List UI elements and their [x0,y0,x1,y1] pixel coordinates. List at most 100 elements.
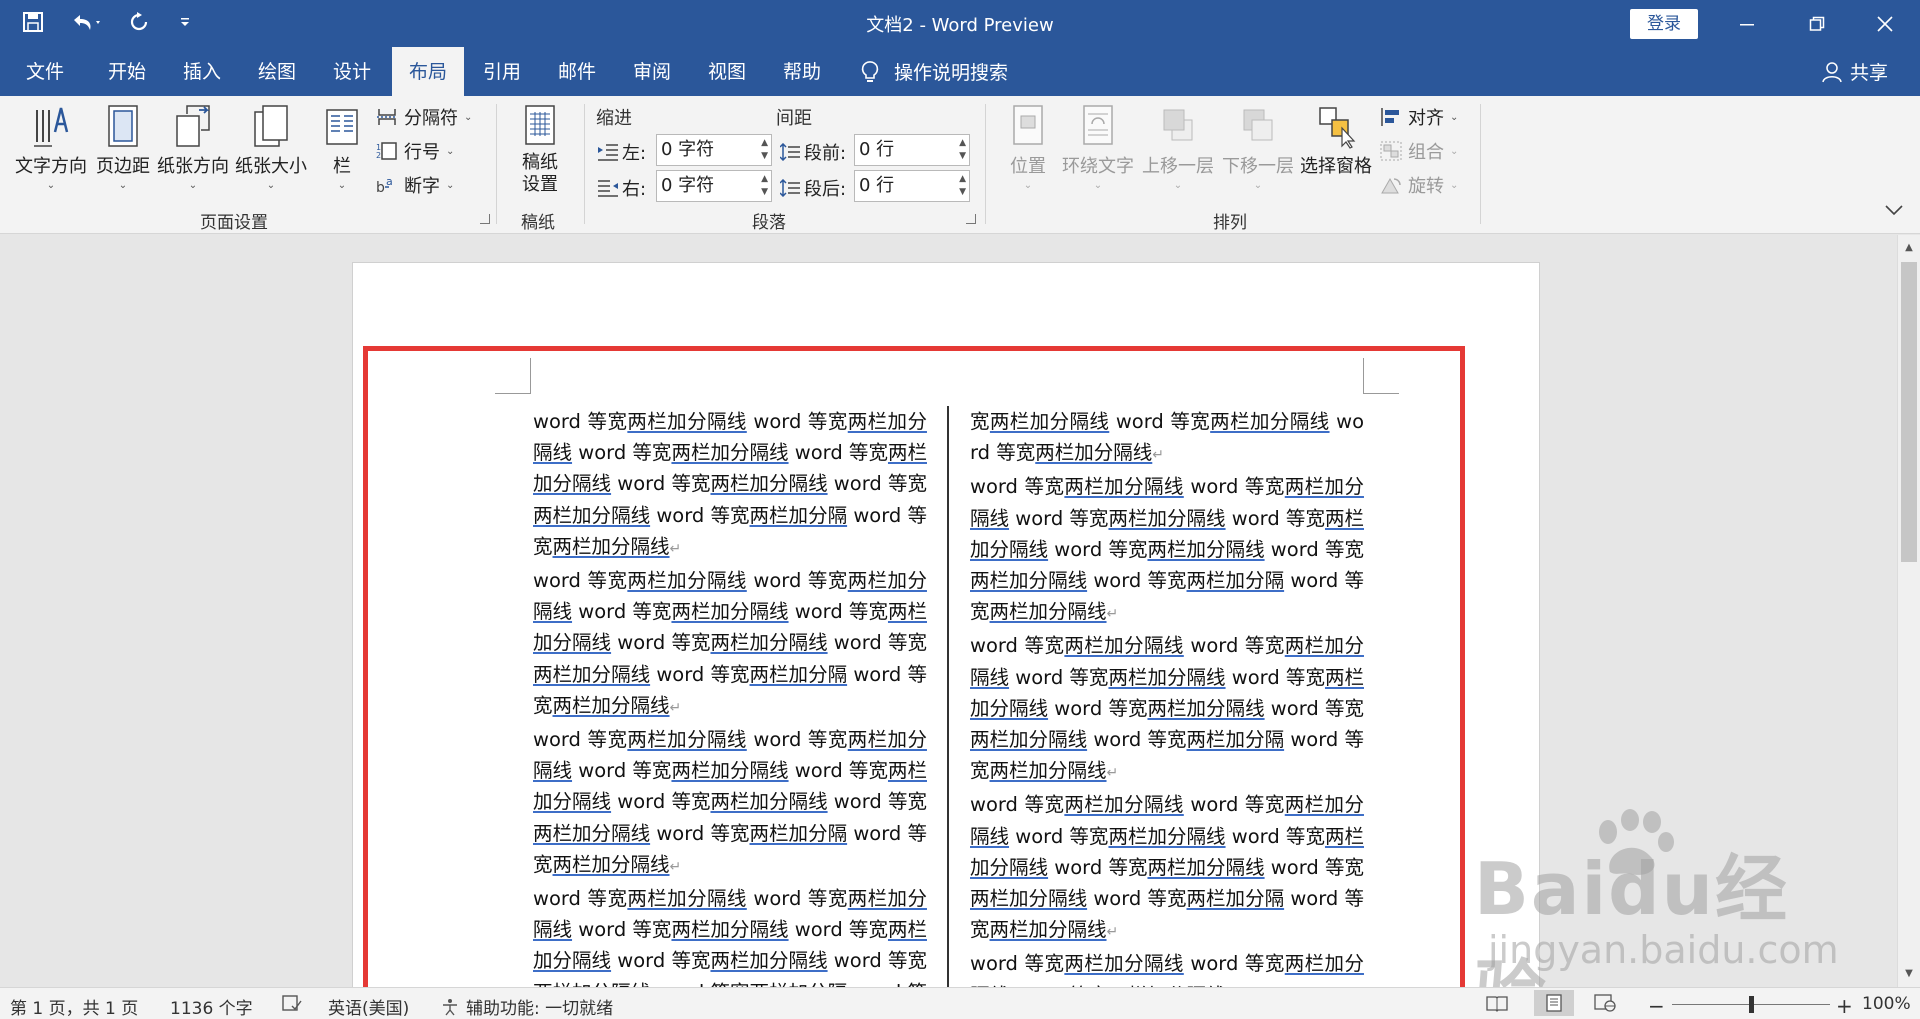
tab-home[interactable]: 开始 [90,47,164,96]
text-direction-label: 文字方向 [15,156,87,177]
line-numbers-button[interactable]: 12 行号 ⌄ [376,138,454,164]
spin-arrows-icon[interactable]: ▲ ▼ [761,137,768,163]
spacing-after-label: 段后: [780,175,846,201]
group-button[interactable]: 组合 ⌄ [1380,138,1458,164]
margins-label: 页边距 [96,156,150,177]
send-backward-label: 下移一层 [1222,156,1294,177]
indent-left-input[interactable]: 0 字符 ▲ ▼ [656,134,772,166]
margins-button[interactable]: 页边距 ⌄ [92,96,154,191]
indent-right-label: 右: [598,175,646,201]
accessibility-icon [443,998,457,1015]
indent-right-value: 0 字符 [661,175,715,196]
accessibility-status[interactable]: 辅助功能: 一切就绪 [440,994,613,1019]
line-numbers-icon: 12 [376,142,397,160]
line-numbers-label: 行号 [404,142,440,163]
tab-review[interactable]: 审阅 [615,47,689,96]
zoom-level[interactable]: 100% [1862,994,1911,1014]
position-button[interactable]: 位置 ⌄ [1004,96,1052,191]
breaks-icon [377,109,397,125]
manuscript-label-2: 设置 [522,174,558,195]
minimize-icon[interactable] [1712,0,1782,47]
breaks-button[interactable]: 分隔符 ⌄ [376,104,472,130]
hyphenation-icon: ba [376,175,393,195]
hyphenation-label: 断字 [404,176,440,197]
tab-file[interactable]: 文件 [10,47,80,96]
tab-layout[interactable]: 布局 [392,47,464,96]
svg-text:b: b [376,180,385,195]
chevron-down-icon: ⌄ [188,180,198,191]
selection-pane-button[interactable]: 选择窗格 [1298,96,1374,178]
align-button[interactable]: 对齐 ⌄ [1380,104,1458,130]
spin-arrows-icon[interactable]: ▲ ▼ [959,137,966,163]
page-count[interactable]: 第 1 页，共 1 页 [10,994,138,1019]
proofing-icon[interactable] [282,994,302,1012]
scroll-up-icon[interactable]: ▲ [1898,237,1920,259]
manuscript-label-1: 稿纸 [522,152,558,173]
wrap-text-label: 环绕文字 [1062,156,1134,177]
tab-draw[interactable]: 绘图 [240,47,314,96]
chevron-down-icon: ⌄ [266,180,276,191]
login-button[interactable]: 登录 [1630,9,1698,39]
chevron-down-icon: ⌄ [337,180,347,191]
size-button[interactable]: 纸张大小 ⌄ [234,96,308,191]
indent-right-icon [598,180,618,197]
zoom-in-icon[interactable]: + [1836,994,1853,1018]
indent-right-input[interactable]: 0 字符 ▲ ▼ [656,170,772,202]
paragraph-launcher-icon[interactable] [966,214,976,224]
orientation-label: 纸张方向 [157,156,229,177]
selection-pane-label: 选择窗格 [1300,156,1372,177]
svg-text:2: 2 [376,151,381,160]
bring-forward-icon [1163,109,1193,141]
tell-me-label: 操作说明搜索 [894,62,1009,84]
page-setup-launcher-icon[interactable] [480,214,490,224]
wrap-text-button[interactable]: 环绕文字 ⌄ [1060,96,1136,191]
indent-left-label: 左: [598,139,646,165]
tell-me-search[interactable]: 操作说明搜索 [860,47,1008,96]
title-bar: 文档2 - Word Preview 登录 [0,0,1920,47]
chevron-down-icon: ⌄ [1253,180,1263,191]
hyphenation-button[interactable]: ba 断字 ⌄ [376,172,454,198]
zoom-slider-thumb[interactable] [1749,996,1754,1013]
language-indicator[interactable]: 英语(美国) [328,994,409,1019]
close-icon[interactable] [1850,0,1920,47]
chevron-down-icon: ⌄ [1023,180,1033,191]
spacing-before-icon [780,143,800,161]
orientation-button[interactable]: 纸张方向 ⌄ [156,96,230,191]
group-separator [985,104,986,224]
tab-references[interactable]: 引用 [465,47,539,96]
tab-design[interactable]: 设计 [315,47,389,96]
indent-left-value: 0 字符 [661,139,715,160]
restore-icon[interactable] [1782,0,1852,47]
spacing-after-input[interactable]: 0 行 ▲ ▼ [854,170,970,202]
rotate-button[interactable]: 旋转 ⌄ [1380,172,1458,198]
ribbon: 文字方向 ⌄ 页边距 ⌄ 纸张方向 ⌄ 纸张大小 ⌄ 栏 ⌄ 分隔符 ⌄ 12 … [0,96,1920,234]
tab-view[interactable]: 视图 [690,47,764,96]
collapse-ribbon-icon[interactable] [1884,202,1904,221]
share-button[interactable]: 共享 [1822,47,1888,96]
scroll-down-icon[interactable]: ▼ [1898,963,1920,985]
send-backward-button[interactable]: 下移一层 ⌄ [1220,96,1296,191]
spin-arrows-icon[interactable]: ▲ ▼ [761,173,768,199]
word-count[interactable]: 1136 个字 [170,994,253,1019]
bring-forward-button[interactable]: 上移一层 ⌄ [1140,96,1216,191]
spacing-before-value: 0 行 [859,139,895,160]
paragraph-group-label: 段落 [752,213,786,233]
zoom-out-icon[interactable]: − [1648,994,1665,1018]
ribbon-tabs: 文件 开始 插入 绘图 设计 布局 引用 邮件 审阅 视图 帮助 操作说明搜索 … [0,47,1920,96]
print-layout-icon[interactable] [1534,990,1574,1016]
text-direction-button[interactable]: 文字方向 ⌄ [12,96,90,191]
spacing-before-input[interactable]: 0 行 ▲ ▼ [854,134,970,166]
tab-insert[interactable]: 插入 [165,47,239,96]
web-layout-icon[interactable] [1594,994,1616,1012]
vertical-scrollbar[interactable]: ▲ ▼ [1897,235,1920,987]
tab-mailings[interactable]: 邮件 [540,47,614,96]
chevron-down-icon: ⌄ [1093,180,1103,191]
manuscript-setup-button[interactable]: 稿纸 设置 [512,96,568,196]
tab-help[interactable]: 帮助 [765,47,839,96]
bring-forward-label: 上移一层 [1142,156,1214,177]
columns-button[interactable]: 栏 ⌄ [318,96,366,191]
spin-arrows-icon[interactable]: ▲ ▼ [959,173,966,199]
read-mode-icon[interactable] [1486,994,1508,1012]
columns-icon [326,109,358,145]
scroll-thumb[interactable] [1901,262,1917,562]
